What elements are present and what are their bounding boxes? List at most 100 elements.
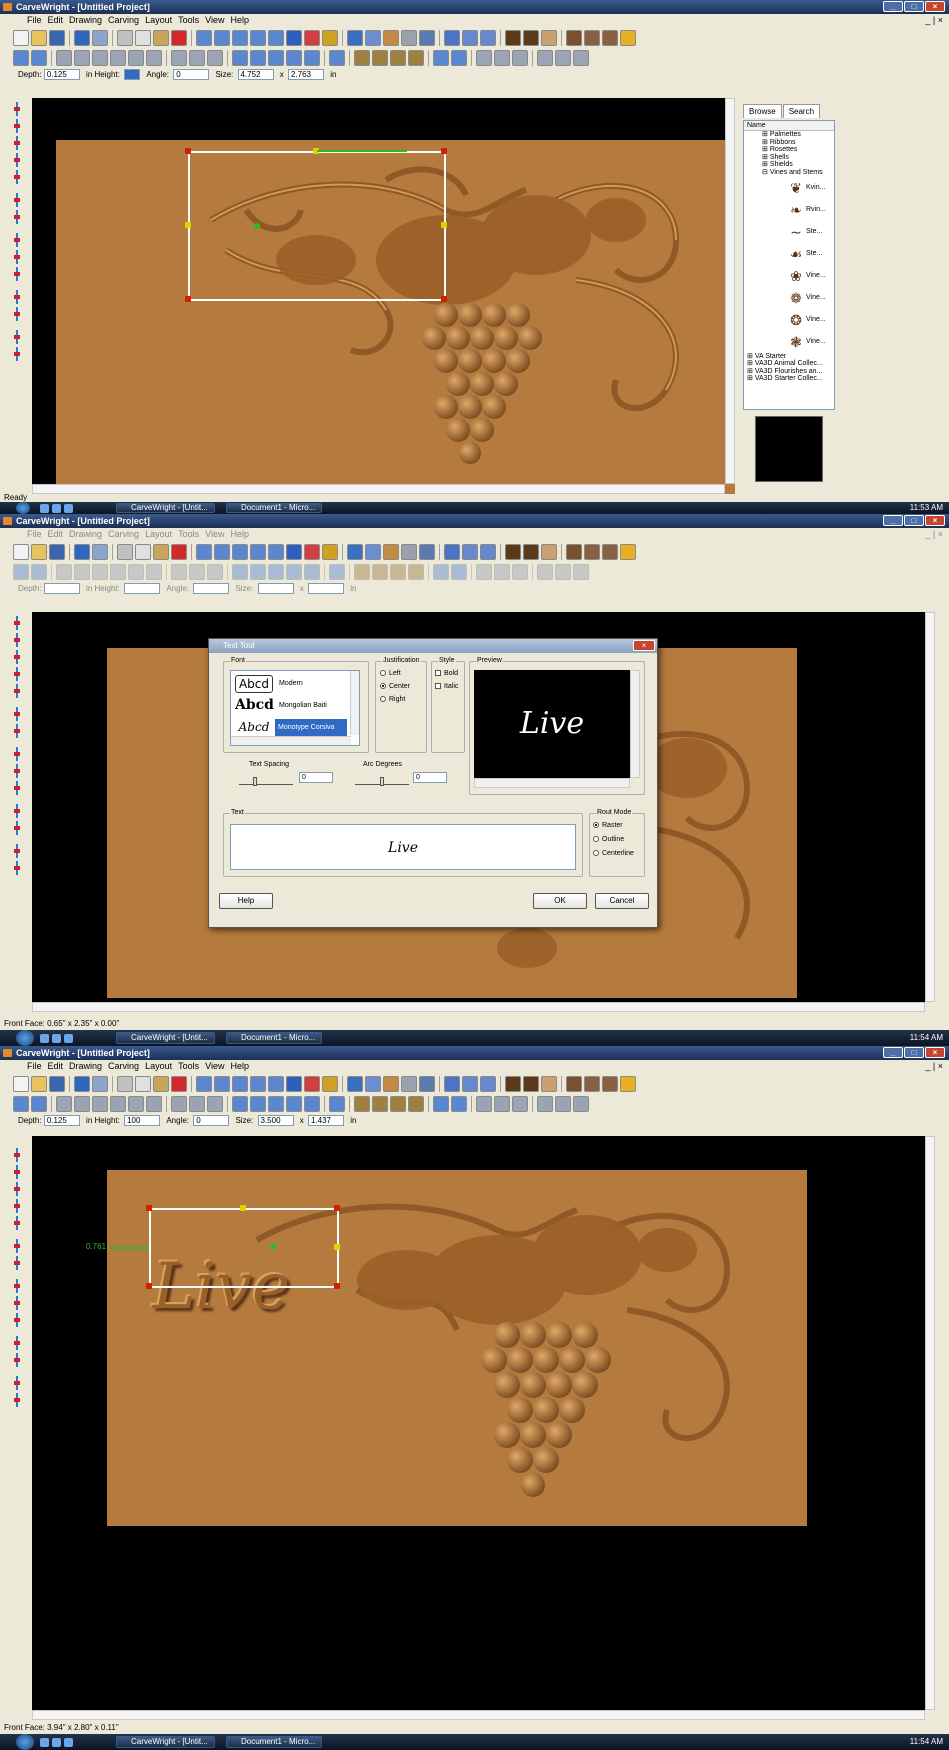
text-tool-icon[interactable] [286,544,302,560]
center-icon[interactable] [207,564,223,580]
cut-tool-icon[interactable] [329,1096,345,1112]
rout-raster-radio[interactable]: Raster [593,822,623,830]
start-orb-icon[interactable] [16,1030,34,1046]
smooth-icon[interactable] [476,564,492,580]
select-arrow-icon[interactable] [196,544,212,560]
search-icon[interactable] [480,30,496,46]
angle-field[interactable] [193,583,230,594]
resize-handle[interactable] [146,1283,152,1289]
vertical-measure-icon[interactable] [11,844,23,858]
font-list-item[interactable]: Abcd Modern [231,673,359,695]
start-orb-icon[interactable] [16,1734,34,1750]
letter-f-icon[interactable] [505,544,521,560]
menu-layout[interactable]: Layout [142,1060,175,1073]
texture-icon[interactable] [401,544,417,560]
resize-handle[interactable] [146,1205,152,1211]
vertical-measure-icon[interactable] [11,1376,23,1390]
bit-b-icon[interactable] [372,50,388,66]
resize-handle[interactable] [334,1283,340,1289]
italic-checkbox[interactable]: Italic [435,683,458,691]
bit-b-icon[interactable] [372,564,388,580]
size-height-field[interactable]: 2.763 [287,69,324,80]
arc-degrees-spinner[interactable]: 0 [413,772,447,783]
dimension-icon[interactable] [11,1279,23,1293]
tree-node[interactable]: ⊞ VA Starter [744,353,834,361]
tree-node[interactable]: ⊞ Shields [744,161,834,169]
parallel-icon[interactable] [11,1336,23,1350]
spiral-icon[interactable] [11,1296,23,1310]
tab-browse[interactable]: Browse [743,104,782,118]
distribute-h-icon[interactable] [171,1096,187,1112]
smooth-icon[interactable] [476,50,492,66]
angle-icon[interactable] [11,1353,23,1367]
delete-icon[interactable] [171,30,187,46]
view-iso-icon[interactable] [566,544,582,560]
viewport-vertical-scrollbar[interactable] [925,1136,935,1710]
resize-handle[interactable] [441,148,447,154]
rectangle-tool-icon[interactable] [232,544,248,560]
viewport-horizontal-scrollbar[interactable] [32,484,725,494]
dimension-icon[interactable] [11,233,23,247]
node-tool-icon[interactable] [322,544,338,560]
snap-icon[interactable] [31,564,47,580]
offset-tool-icon[interactable] [11,684,23,698]
ie-icon[interactable] [40,1738,49,1747]
horizontal-line-icon[interactable] [11,210,23,224]
resize-handle[interactable] [185,222,191,228]
grid-icon[interactable] [13,564,29,580]
align-middle-icon[interactable] [128,564,144,580]
cut-tool-icon[interactable] [329,50,345,66]
ungroup-icon[interactable] [286,50,302,66]
texture-icon[interactable] [401,30,417,46]
pointer-icon[interactable] [444,544,460,560]
size-width-field[interactable]: 3.500 [257,1115,294,1126]
depth-field[interactable]: 0.125 [43,69,80,80]
desktop-icon[interactable] [64,1034,73,1043]
dialog-close-button[interactable]: × [633,640,655,651]
font-list-scrollbar[interactable] [350,671,359,735]
bit-c-icon[interactable] [390,1096,406,1112]
view-grid-icon[interactable] [584,30,600,46]
menu-tools[interactable]: Tools [175,14,202,27]
help-button[interactable]: Help [219,893,273,909]
close-button[interactable]: × [925,1,945,12]
copy-icon[interactable] [135,544,151,560]
slider-thumb[interactable] [380,777,384,786]
size-height-field[interactable] [307,583,344,594]
minimize-button[interactable]: _ [883,1047,903,1058]
start-orb-icon[interactable] [16,502,30,514]
menu-edit[interactable]: Edit [45,14,67,27]
grid-icon[interactable] [13,1096,29,1112]
brush-icon[interactable] [433,564,449,580]
rotate-icon[interactable] [250,50,266,66]
align-right-icon[interactable] [92,50,108,66]
split-icon[interactable] [555,1096,571,1112]
menu-edit[interactable]: Edit [45,528,67,541]
view-iso-icon[interactable] [566,1076,582,1092]
font-list-item[interactable]: Abcd Mongolian Baiti [231,695,359,717]
diagonal-icon[interactable] [11,861,23,875]
taskbar-button-word[interactable]: Document1 - Micro... [226,503,323,513]
view-grid-icon[interactable] [584,544,600,560]
bezier-tool-icon[interactable] [11,153,23,167]
menu-view[interactable]: View [202,14,227,27]
tree-leaf[interactable]: ❀ Vine... [744,265,834,287]
text-tool-icon[interactable] [286,1076,302,1092]
dimension-icon[interactable] [11,747,23,761]
pattern-icon[interactable] [383,544,399,560]
delete-icon[interactable] [171,1076,187,1092]
minimize-button[interactable]: _ [883,515,903,526]
node-tool-icon[interactable] [322,30,338,46]
firefox-icon[interactable] [52,504,61,513]
align-right-icon[interactable] [92,564,108,580]
rectangle-tool-icon[interactable] [232,30,248,46]
align-middle-icon[interactable] [128,50,144,66]
tree-node[interactable]: ⊞ VA3D Animal Collec... [744,360,834,368]
tree-leaf[interactable]: ❦ Kvin... [744,177,834,199]
snap-icon[interactable] [31,1096,47,1112]
tree-node[interactable]: ⊞ Ribbons [744,139,834,147]
vertical-line-icon[interactable] [11,707,23,721]
open-folder-icon[interactable] [31,1076,47,1092]
snap-icon[interactable] [31,50,47,66]
menu-drawing[interactable]: Drawing [66,1060,105,1073]
